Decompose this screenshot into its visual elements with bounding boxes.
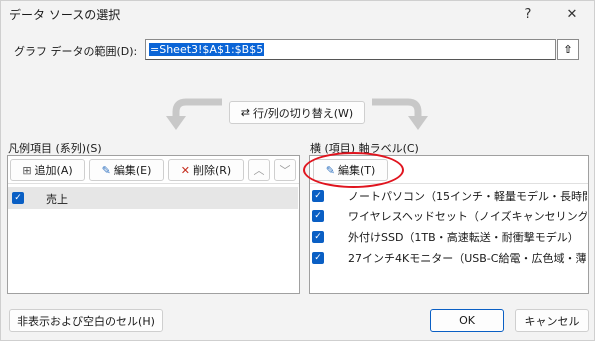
cancel-button[interactable]: キャンセル <box>515 309 589 332</box>
axis-item-checkbox[interactable]: ✓ <box>312 210 324 222</box>
switch-row-column-icon: ⇄ <box>240 106 251 119</box>
axis-item-checkbox[interactable]: ✓ <box>312 231 324 243</box>
axis-item-label: 外付けSSD（1TB・高速転送・耐衝撃モデル） <box>348 231 579 244</box>
help-button[interactable]: ? <box>517 5 539 25</box>
collapse-dialog-button[interactable]: ⇧ <box>557 39 579 60</box>
switch-row-column-label: 行/列の切り替え(W) <box>253 106 354 120</box>
axis-list-item[interactable]: ✓ ワイヤレスヘッドセット（ノイズキャンセリング・マイク付 <box>312 206 587 226</box>
axis-item-checkbox[interactable]: ✓ <box>312 190 324 202</box>
axis-item-label: 27インチ4Kモニター（USB-C給電・広色域・薄型 <box>348 252 587 265</box>
close-button[interactable]: ✕ <box>561 5 583 25</box>
move-up-button[interactable]: ︿ <box>248 159 270 181</box>
series-panel-header: 凡例項目 (系列)(S) <box>8 142 102 155</box>
edit-series-button[interactable]: ✎ 編集(E) <box>89 159 164 181</box>
series-list-item[interactable]: ✓ 売上 <box>8 187 298 209</box>
axis-item-label: ワイヤレスヘッドセット（ノイズキャンセリング・マイク付 <box>348 210 587 223</box>
add-series-label: 追加(A) <box>34 164 73 177</box>
curved-arrow-left-icon <box>166 98 222 130</box>
edit-series-label: 編集(E) <box>113 164 152 177</box>
move-down-button[interactable]: ﹀ <box>274 159 296 181</box>
edit-icon: ✎ <box>101 163 111 177</box>
delete-series-button[interactable]: ✕ 削除(R) <box>168 159 244 181</box>
collapse-icon: ⇧ <box>563 43 573 56</box>
add-series-button[interactable]: ⊞ 追加(A) <box>10 159 85 181</box>
close-icon: ✕ <box>566 7 578 22</box>
axis-list-item[interactable]: ✓ ノートパソコン（15インチ・軽量モデル・長時間バッテ <box>312 186 587 206</box>
axis-list-item[interactable]: ✓ 外付けSSD（1TB・高速転送・耐衝撃モデル） <box>312 227 587 247</box>
switch-row-column-button[interactable]: ⇄ 行/列の切り替え(W) <box>229 101 365 124</box>
range-label: グラフ データの範囲(D): <box>14 45 138 58</box>
dialog-title: データ ソースの選択 <box>9 8 121 22</box>
delete-icon: ✕ <box>180 163 190 177</box>
series-label: 売上 <box>46 193 68 206</box>
edit-axis-labels-label: 編集(T) <box>337 164 376 177</box>
range-input[interactable]: =Sheet3!$A$1:$B$5 <box>145 39 556 60</box>
chevron-down-icon: ﹀ <box>279 164 291 177</box>
axis-item-label: ノートパソコン（15インチ・軽量モデル・長時間バッテ <box>348 190 587 203</box>
chevron-up-icon: ︿ <box>253 164 265 177</box>
ok-button[interactable]: OK <box>430 309 504 332</box>
edit-axis-labels-button[interactable]: ✎ 編集(T) <box>313 159 388 181</box>
series-checkbox[interactable]: ✓ <box>12 192 24 204</box>
axis-list-item[interactable]: ✓ 27インチ4Kモニター（USB-C給電・広色域・薄型 <box>312 248 587 268</box>
axis-panel-header: 横 (項目) 軸ラベル(C) <box>310 142 419 155</box>
add-table-icon: ⊞ <box>22 163 32 177</box>
range-value: =Sheet3!$A$1:$B$5 <box>149 43 265 56</box>
curved-arrow-right-icon <box>372 98 428 130</box>
axis-item-checkbox[interactable]: ✓ <box>312 252 324 264</box>
hidden-empty-cells-button[interactable]: 非表示および空白のセル(H) <box>9 309 163 332</box>
delete-series-label: 削除(R) <box>192 164 232 177</box>
edit-icon: ✎ <box>325 163 335 177</box>
